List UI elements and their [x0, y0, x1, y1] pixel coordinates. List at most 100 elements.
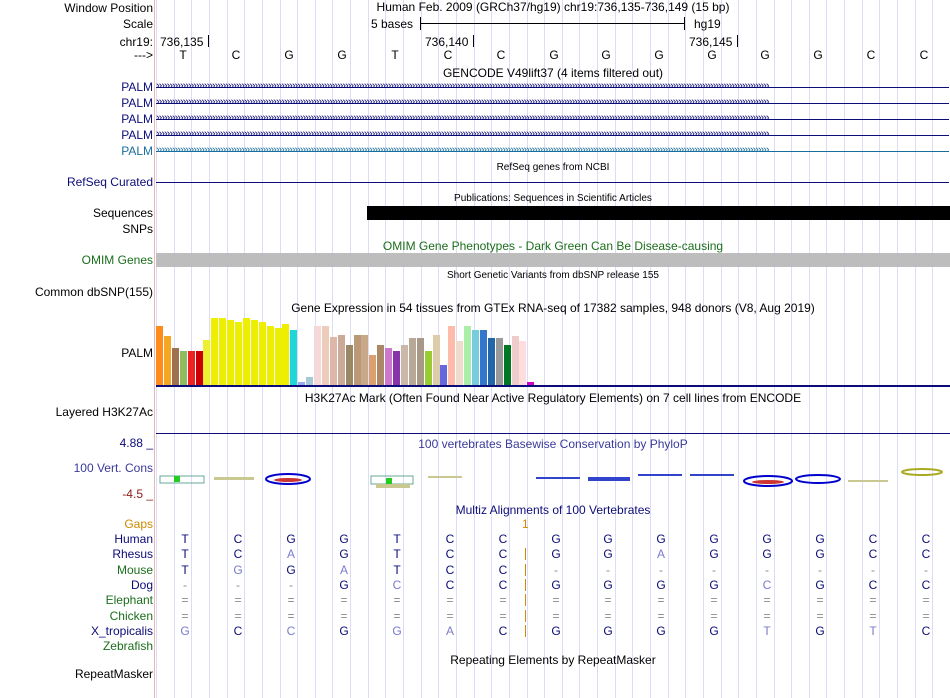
- gtex-tissue-bar[interactable]: [219, 318, 226, 385]
- multiz-base: G: [286, 532, 296, 546]
- dbsnp-label[interactable]: Common dbSNP(155): [35, 285, 153, 299]
- gtex-tissue-bar[interactable]: [188, 351, 195, 385]
- gencode-item-label[interactable]: PALM: [121, 96, 153, 110]
- gtex-tissue-bar[interactable]: [330, 337, 337, 385]
- gtex-tissue-bar[interactable]: [314, 326, 321, 385]
- gencode-item-label[interactable]: PALM: [121, 80, 153, 94]
- gtex-tissue-bar[interactable]: [417, 338, 424, 385]
- ruler-tick-mark-2: [473, 35, 474, 47]
- gtex-tissue-bar[interactable]: [275, 328, 282, 385]
- multiz-base: =: [393, 609, 401, 623]
- gencode-item-label[interactable]: PALM: [121, 112, 153, 126]
- gtex-tissue-bar[interactable]: [164, 336, 171, 385]
- gtex-tissue-bar[interactable]: [346, 345, 353, 385]
- gtex-tissue-bar[interactable]: [385, 348, 392, 385]
- multiz-base: =: [234, 609, 242, 623]
- gtex-tissue-bar[interactable]: [361, 335, 368, 385]
- multiz-base: C: [445, 547, 455, 561]
- multiz-base: =: [816, 593, 824, 607]
- gtex-tissue-bar[interactable]: [156, 326, 163, 385]
- gtex-tissue-bar[interactable]: [354, 335, 361, 385]
- multiz-species-label[interactable]: Chicken: [110, 609, 153, 623]
- gtex-tissue-bar[interactable]: [180, 351, 187, 385]
- multiz-base: G: [815, 578, 825, 592]
- multiz-species-label[interactable]: X_tropicalis: [91, 624, 153, 638]
- phylop-logo-pos-11: [690, 474, 734, 476]
- multiz-base: G: [815, 624, 825, 638]
- gtex-tissue-bar[interactable]: [377, 345, 384, 385]
- gtex-tissue-bar[interactable]: [433, 335, 440, 385]
- gtex-tissue-bar[interactable]: [464, 326, 471, 385]
- multiz-species-label[interactable]: Rhesus: [112, 547, 153, 561]
- gtex-tissue-bar[interactable]: [251, 320, 258, 385]
- pubs-snps-label[interactable]: SNPs: [122, 222, 153, 236]
- multiz-track-title: Multiz Alignments of 100 Vertebrates: [455, 503, 651, 517]
- omim-label[interactable]: OMIM Genes: [82, 253, 153, 267]
- gtex-tissue-bar[interactable]: [196, 351, 203, 385]
- h3k27ac-label[interactable]: Layered H3K27Ac: [56, 405, 153, 419]
- multiz-base: T: [763, 624, 771, 638]
- omim-gene-bar[interactable]: [156, 253, 950, 267]
- gtex-tissue-bar[interactable]: [322, 326, 329, 385]
- multiz-base: G: [762, 547, 772, 561]
- refseq-gene-line[interactable]: [156, 182, 949, 183]
- base-letter: G: [337, 48, 347, 62]
- multiz-species-label[interactable]: Elephant: [106, 593, 153, 607]
- gtex-tissue-bar[interactable]: [393, 351, 400, 385]
- gtex-tissue-bar[interactable]: [448, 326, 455, 385]
- multiz-base: -: [606, 563, 610, 577]
- gtex-tissue-bar[interactable]: [306, 377, 313, 385]
- multiz-base: -: [765, 563, 769, 577]
- genome-browser-image[interactable]: Window Position Human Feb. 2009 (GRCh37/…: [0, 0, 950, 698]
- assembly-label: hg19: [694, 17, 721, 31]
- gtex-tissue-bar[interactable]: [172, 348, 179, 385]
- gtex-tissue-bar[interactable]: [401, 345, 408, 385]
- gtex-tissue-bar[interactable]: [203, 340, 210, 385]
- gtex-tissue-bar[interactable]: [243, 318, 250, 385]
- gtex-tissue-bar[interactable]: [496, 338, 503, 385]
- gtex-tissue-bar[interactable]: [425, 351, 432, 385]
- refseq-label[interactable]: RefSeq Curated: [67, 175, 153, 189]
- gtex-tissue-bar[interactable]: [440, 365, 447, 385]
- gtex-tissue-bar[interactable]: [512, 336, 519, 385]
- gtex-tissue-bar[interactable]: [369, 355, 376, 385]
- multiz-species-label[interactable]: Dog: [131, 578, 153, 592]
- gtex-tissue-bar[interactable]: [211, 318, 218, 385]
- gtex-tissue-bar[interactable]: [338, 335, 345, 385]
- pubs-sequences-label[interactable]: Sequences: [93, 206, 153, 220]
- gencode-item-label[interactable]: PALM: [121, 128, 153, 142]
- gtex-label[interactable]: PALM: [121, 346, 153, 360]
- gtex-tissue-bar[interactable]: [456, 341, 463, 385]
- phylop-logo-pos-12: [743, 475, 793, 487]
- multiz-base: =: [552, 609, 560, 623]
- gtex-tissue-bar[interactable]: [409, 338, 416, 385]
- multiz-base: T: [869, 624, 877, 638]
- gtex-tissue-bar[interactable]: [235, 322, 242, 385]
- multiz-base: G: [815, 532, 825, 546]
- gtex-tissue-bar[interactable]: [290, 330, 297, 385]
- phylop-label[interactable]: 100 Vert. Cons: [74, 461, 153, 475]
- gtex-tissue-bar[interactable]: [504, 345, 511, 385]
- repeatmasker-label[interactable]: RepeatMasker: [75, 667, 153, 681]
- multiz-base: -: [289, 578, 293, 592]
- gtex-tissue-bar[interactable]: [488, 338, 495, 385]
- gtex-tissue-bar[interactable]: [267, 326, 274, 385]
- gtex-tissue-bar[interactable]: [480, 330, 487, 385]
- pubs-sequence-bar[interactable]: [367, 206, 950, 220]
- multiz-species-label[interactable]: Mouse: [117, 563, 153, 577]
- multiz-base: G: [339, 578, 349, 592]
- phylop-conservation-plot[interactable]: [156, 464, 950, 494]
- multiz-base: G: [180, 624, 190, 638]
- multiz-base: C: [233, 624, 243, 638]
- multiz-base: =: [604, 593, 612, 607]
- multiz-base: C: [445, 578, 455, 592]
- multiz-species-label[interactable]: Zebrafish: [103, 639, 153, 653]
- gencode-item-label[interactable]: PALM: [121, 144, 153, 158]
- multiz-species-label[interactable]: Human: [114, 532, 153, 546]
- gtex-tissue-bar[interactable]: [227, 320, 234, 385]
- gtex-tissue-bar[interactable]: [259, 322, 266, 385]
- gtex-tissue-bar[interactable]: [519, 341, 526, 385]
- gtex-tissue-bar[interactable]: [472, 330, 479, 385]
- phylop-ymax-label: 4.88 _: [119, 436, 153, 450]
- gtex-tissue-bar[interactable]: [282, 324, 289, 385]
